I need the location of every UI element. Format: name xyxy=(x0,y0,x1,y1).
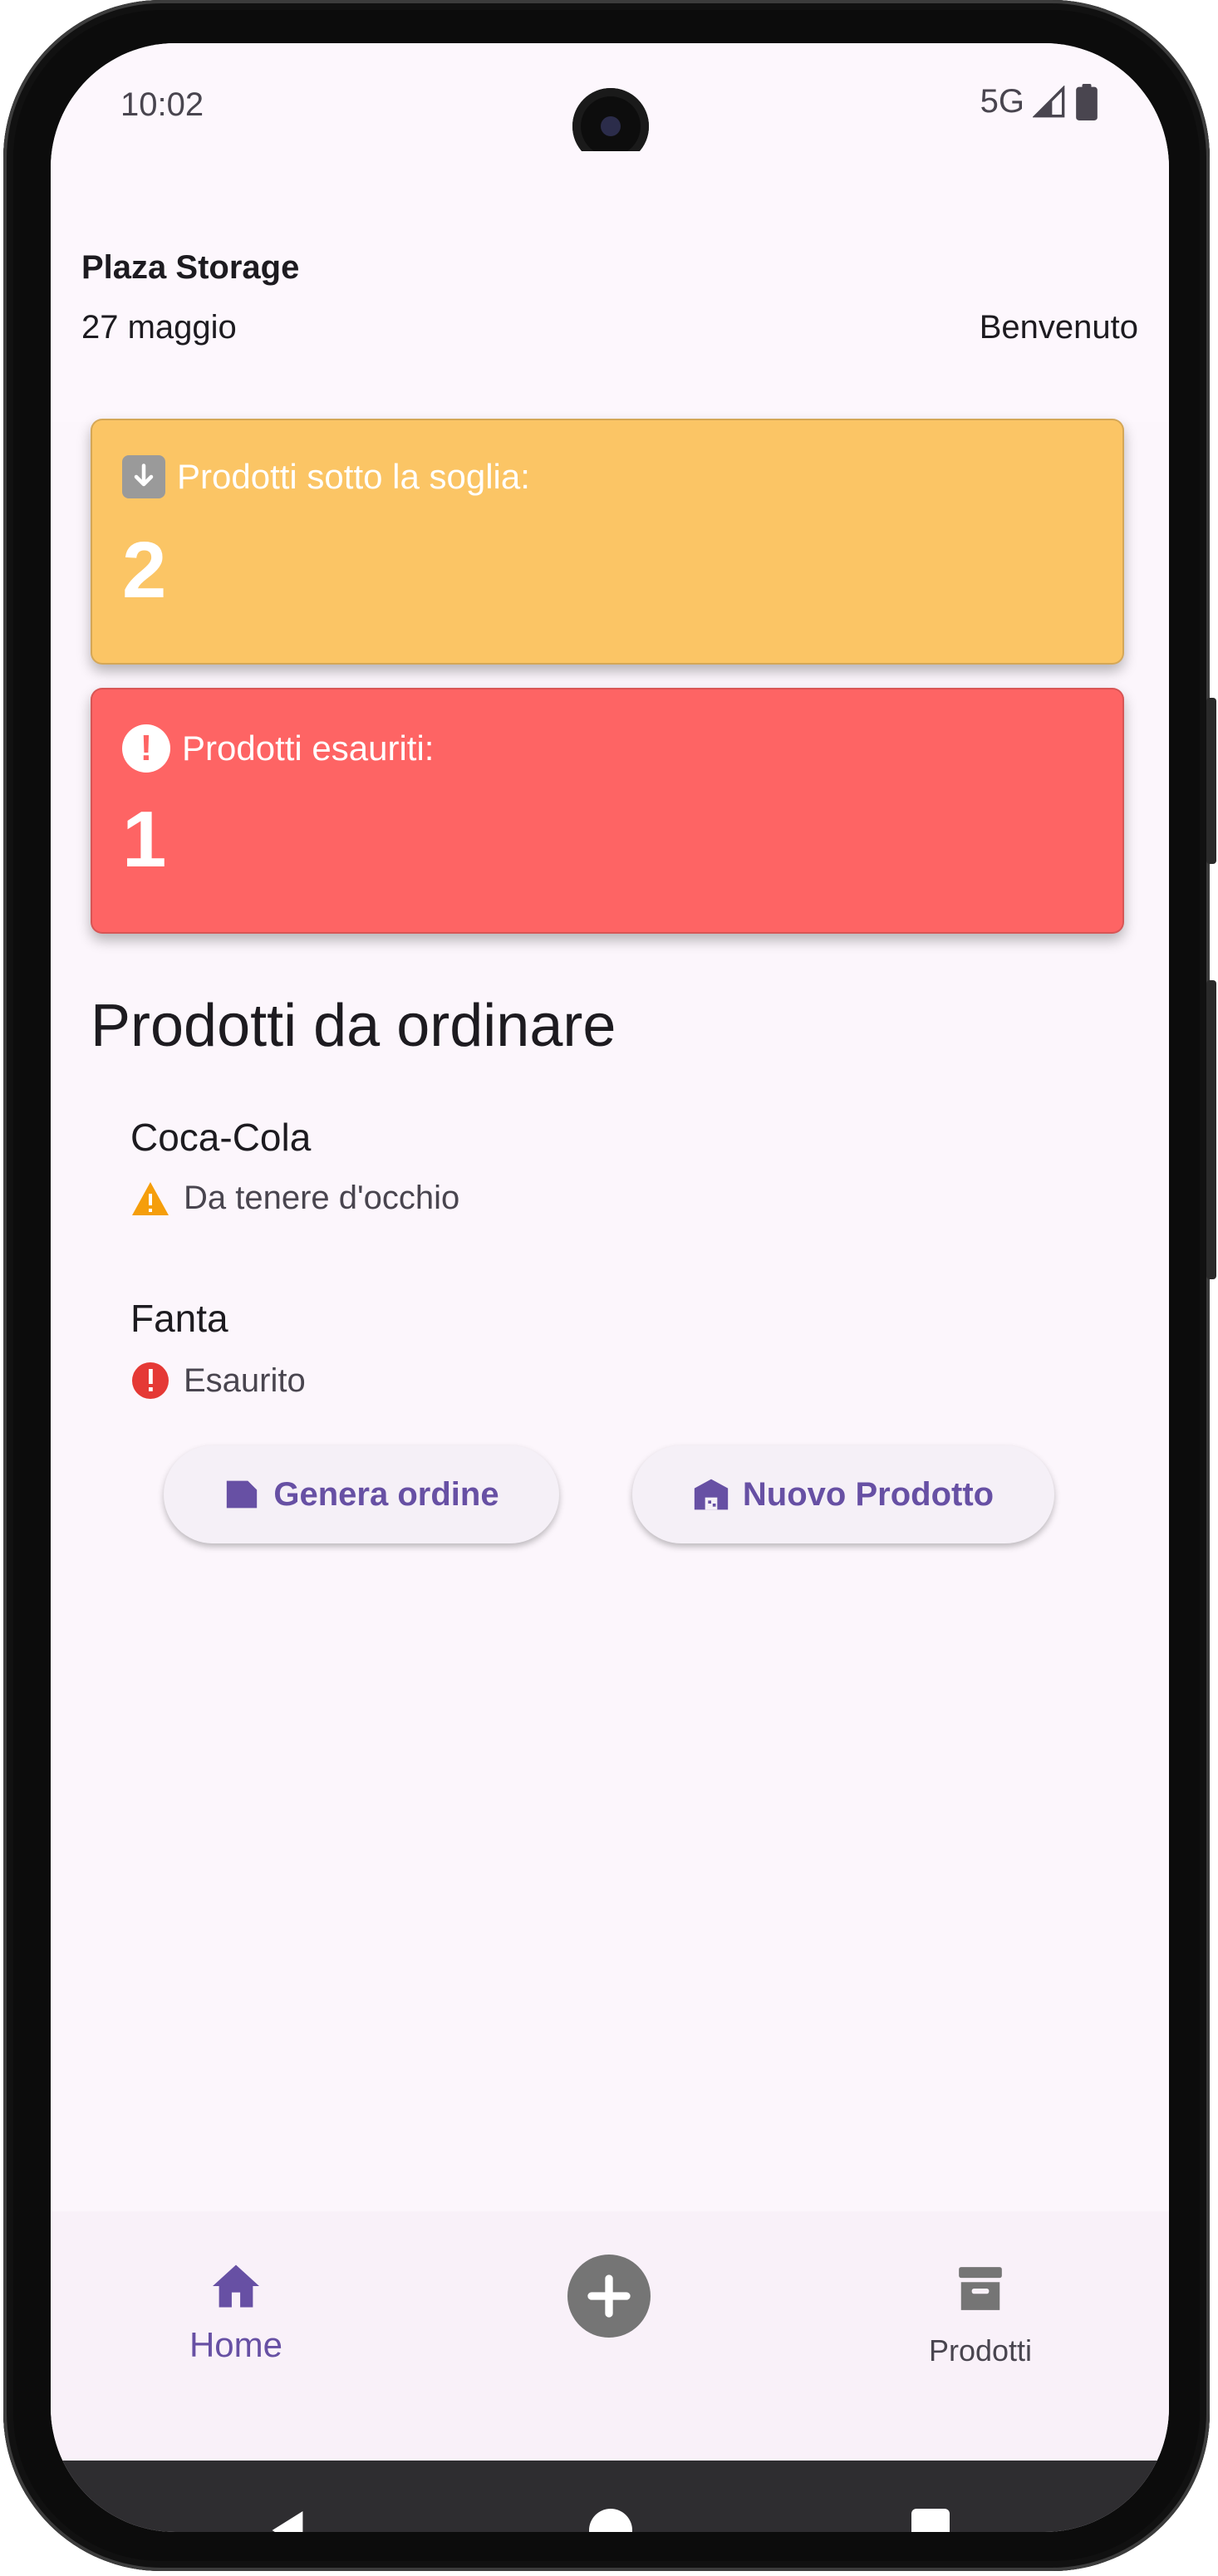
item-status: Da tenere d'occhio xyxy=(184,1180,460,1216)
archive-icon xyxy=(959,2267,1002,2310)
battery-icon xyxy=(1076,83,1098,120)
generate-order-label: Genera ordine xyxy=(273,1475,499,1513)
status-time: 10:02 xyxy=(120,86,204,123)
system-navigation-bar xyxy=(51,2461,1169,2532)
out-of-stock-card[interactable]: ! Prodotti esauriti: 1 xyxy=(91,688,1124,934)
item-name: Fanta xyxy=(130,1297,228,1340)
out-of-stock-label: Prodotti esauriti: xyxy=(182,729,435,768)
power-button xyxy=(1206,980,1216,1279)
plus-icon xyxy=(587,2274,631,2318)
exclamation-icon: ! xyxy=(122,724,170,773)
warehouse-icon xyxy=(694,1479,729,1510)
new-product-button[interactable]: Nuovo Prodotto xyxy=(632,1445,1054,1543)
volume-button xyxy=(1206,698,1216,864)
network-label: 5G xyxy=(980,83,1024,120)
section-title: Prodotti da ordinare xyxy=(91,993,616,1059)
below-threshold-card[interactable]: Prodotti sotto la soglia: 2 xyxy=(91,419,1124,665)
new-product-label: Nuovo Prodotto xyxy=(742,1475,995,1513)
nav-home-label: Home xyxy=(189,2325,283,2364)
item-status: Esaurito xyxy=(184,1362,306,1399)
phone-frame: 10:02 5G Plaza Storage 27 maggio Benvenu… xyxy=(3,0,1216,2571)
home-circle-icon[interactable] xyxy=(589,2509,632,2532)
error-icon xyxy=(132,1362,169,1399)
welcome-text: Benvenuto xyxy=(979,309,1138,346)
below-threshold-label: Prodotti sotto la soglia: xyxy=(177,457,530,496)
arrow-down-icon xyxy=(122,455,165,498)
warning-icon xyxy=(132,1181,169,1215)
screen: 10:02 5G Plaza Storage 27 maggio Benvenu… xyxy=(51,43,1169,2532)
item-name: Coca-Cola xyxy=(130,1116,312,1159)
recents-icon[interactable] xyxy=(911,2509,950,2532)
back-icon[interactable] xyxy=(268,2509,307,2532)
item-status-row: Esaurito xyxy=(130,1361,306,1401)
list-item[interactable]: Coca-Cola Da tenere d'occhio xyxy=(130,1115,459,1217)
out-of-stock-count: 1 xyxy=(122,795,167,884)
out-of-stock-label-row: ! Prodotti esauriti: xyxy=(122,724,434,773)
document-icon xyxy=(227,1480,258,1509)
signal-icon xyxy=(1033,85,1065,117)
list-item[interactable]: Fanta Esaurito xyxy=(130,1296,306,1401)
home-icon xyxy=(213,2264,259,2308)
status-bar: 10:02 5G xyxy=(51,43,1169,164)
nav-item-home[interactable]: Home xyxy=(140,2263,332,2365)
below-threshold-count: 2 xyxy=(122,526,167,615)
app-header: Plaza Storage 27 maggio Benvenuto xyxy=(51,151,1169,422)
item-status-row: Da tenere d'occhio xyxy=(130,1180,459,1217)
status-icons: 5G xyxy=(980,83,1099,120)
add-button[interactable] xyxy=(567,2255,651,2338)
nav-products-label: Prodotti xyxy=(928,2333,1033,2367)
current-date: 27 maggio xyxy=(81,309,237,346)
nav-item-products[interactable]: Prodotti xyxy=(885,2263,1076,2368)
bottom-navigation: Home Prodotti xyxy=(51,2211,1169,2461)
app-name: Plaza Storage xyxy=(81,249,300,286)
below-threshold-label-row: Prodotti sotto la soglia: xyxy=(122,455,530,498)
generate-order-button[interactable]: Genera ordine xyxy=(164,1445,559,1543)
